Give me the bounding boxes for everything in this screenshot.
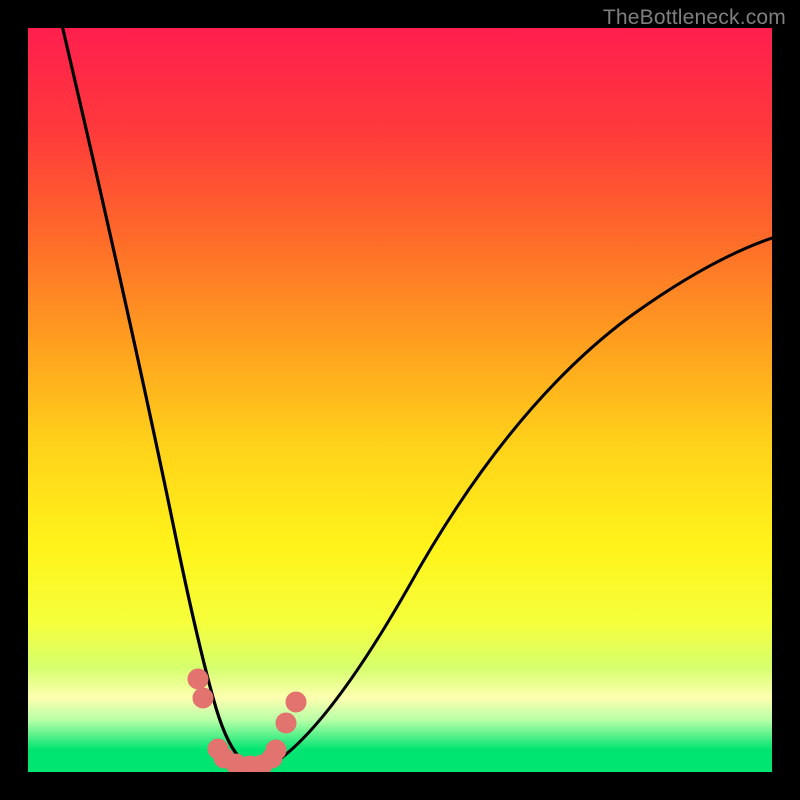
chart-frame: TheBottleneck.com xyxy=(0,0,800,800)
curve-right-branch xyxy=(273,238,772,764)
marker-dot xyxy=(193,688,213,708)
marker-dot xyxy=(276,713,296,733)
curve-left-branch xyxy=(58,28,243,761)
marker-dot xyxy=(266,740,286,760)
watermark-text: TheBottleneck.com xyxy=(603,6,786,30)
marker-dot xyxy=(188,669,208,689)
plot-area xyxy=(28,28,772,772)
marker-group xyxy=(188,669,306,772)
curve-layer xyxy=(28,28,772,772)
marker-dot xyxy=(286,692,306,712)
